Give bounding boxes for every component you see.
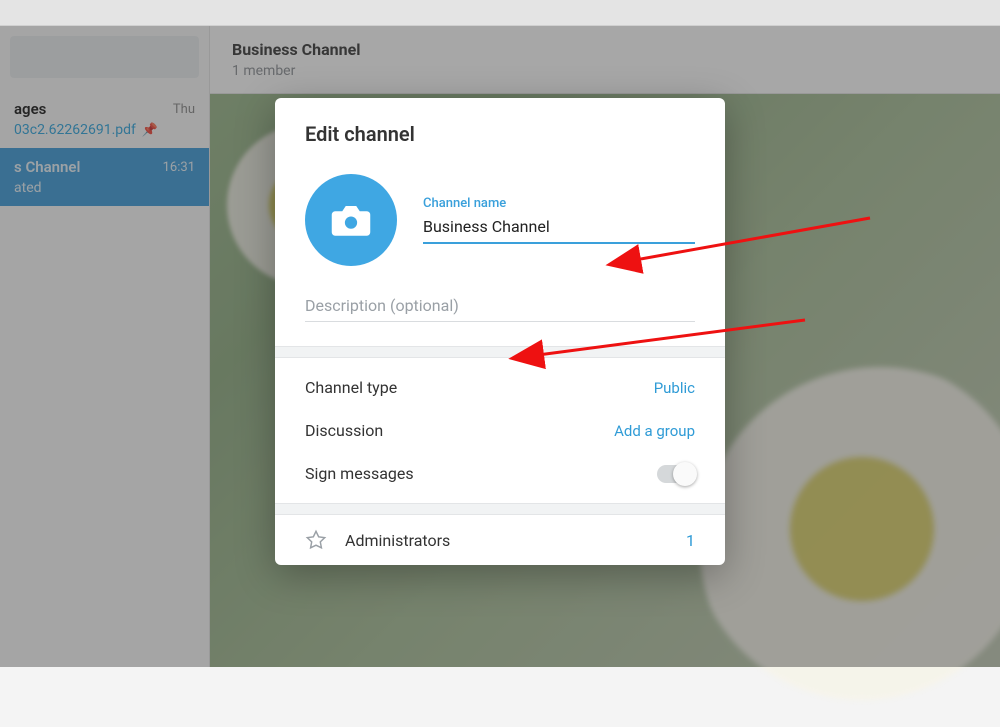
chat-list-sidebar: ages Thu 03c2.62262691.pdf 📌 s Channel 1… (0, 26, 210, 667)
chat-header[interactable]: Business Channel 1 member (210, 26, 1000, 94)
sign-messages-toggle[interactable] (657, 465, 695, 483)
channel-photo-button[interactable] (305, 174, 397, 266)
row-label: Administrators (345, 531, 450, 550)
section-divider (275, 503, 725, 515)
star-icon (305, 529, 327, 551)
row-label: Sign messages (305, 464, 414, 483)
channel-description-field[interactable]: Description (optional) (305, 296, 695, 322)
row-label: Channel type (305, 378, 397, 397)
sidebar-item-time: Thu (173, 102, 195, 117)
search-input[interactable] (10, 36, 199, 78)
channel-type-row[interactable]: Channel type Public (275, 366, 725, 409)
channel-name-field[interactable]: Channel name (423, 196, 695, 244)
sign-messages-row[interactable]: Sign messages (275, 452, 725, 495)
sidebar-item-title: s Channel (14, 158, 80, 176)
chat-title: Business Channel (232, 40, 978, 59)
camera-icon (330, 202, 372, 238)
pin-icon: 📌 (142, 123, 158, 138)
sidebar-item-saved[interactable]: ages Thu 03c2.62262691.pdf 📌 (0, 90, 209, 148)
background-decoration (700, 367, 1000, 727)
sidebar-item-preview: 03c2.62262691.pdf (14, 122, 136, 138)
row-value: Public (654, 379, 695, 397)
sidebar-item-preview: ated (14, 180, 42, 196)
edit-channel-dialog: Edit channel Channel name Description (o… (275, 98, 725, 565)
section-divider (275, 346, 725, 358)
channel-settings-list: Channel type Public Discussion Add a gro… (275, 358, 725, 503)
row-label: Discussion (305, 421, 383, 440)
discussion-row[interactable]: Discussion Add a group (275, 409, 725, 452)
channel-name-label: Channel name (423, 196, 695, 211)
channel-name-input[interactable] (423, 217, 695, 244)
administrators-row[interactable]: Administrators 1 (275, 515, 725, 565)
channel-description-placeholder: Description (optional) (305, 296, 695, 322)
sidebar-item-title: ages (14, 100, 46, 118)
dialog-title: Edit channel (275, 98, 725, 164)
row-value: 1 (686, 531, 695, 550)
sidebar-item-channel[interactable]: s Channel 16:31 ated (0, 148, 209, 206)
sidebar-item-time: 16:31 (163, 160, 195, 175)
row-value: Add a group (614, 422, 695, 440)
chat-members: 1 member (232, 63, 978, 79)
window-titlebar (0, 0, 1000, 26)
